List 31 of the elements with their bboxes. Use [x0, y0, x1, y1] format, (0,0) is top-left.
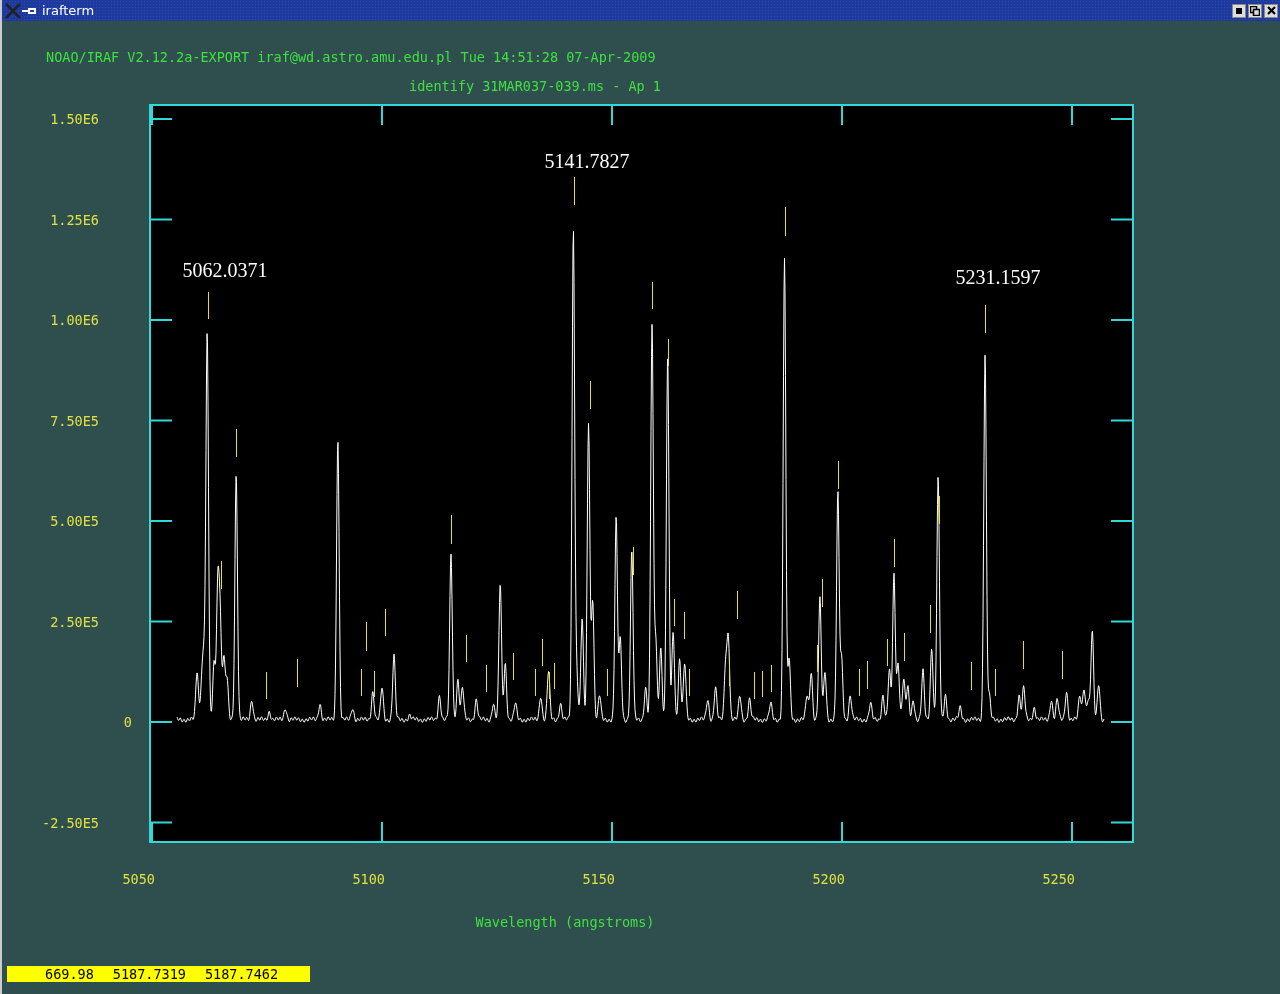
- line-label: 5141.7827: [544, 150, 630, 172]
- restore-button[interactable]: [1248, 3, 1262, 18]
- status-value: 5187.7319: [112, 966, 186, 982]
- x-tick-label: 5100: [352, 871, 385, 887]
- restore-icon: [1250, 5, 1260, 16]
- x-tick-label: 5200: [812, 871, 845, 887]
- x-tick-label: 5150: [582, 871, 615, 887]
- line-label: 5231.1597: [955, 266, 1041, 288]
- x-tick-label: 5250: [1042, 871, 1075, 887]
- pin-icon[interactable]: [22, 5, 38, 16]
- status-value: 669.98: [45, 966, 94, 982]
- y-tick-label: 2.50E5: [50, 613, 99, 630]
- line-label: 5062.0371: [182, 259, 268, 281]
- y-tick-label: -2.50E5: [42, 814, 99, 831]
- close-button[interactable]: [1264, 3, 1278, 18]
- y-tick-label: 0: [123, 714, 132, 730]
- y-tick-label: 5.00E5: [50, 513, 99, 529]
- window-title: irafterm: [42, 3, 95, 18]
- x-tick-label: 5050: [122, 871, 155, 887]
- header-text: NOAO/IRAF V2.12.2a-EXPORT iraf@wd.astro.amu.edu.pl Tue 14:51:28 07-Apr-2009: [46, 49, 656, 65]
- status-value: 5187.7462: [204, 966, 279, 982]
- y-tick-label: 1.50E6: [50, 111, 99, 127]
- x-logo-icon: [4, 1, 22, 20]
- x-axis-label: Wavelength (angstroms): [475, 914, 655, 930]
- close-icon: [1266, 6, 1276, 15]
- y-tick-label: 7.50E5: [50, 412, 99, 429]
- y-tick-label: 1.25E6: [50, 211, 99, 228]
- plot-title: identify 31MAR037-039.ms - Ap 1: [409, 78, 661, 94]
- minimize-button[interactable]: [1232, 3, 1246, 18]
- y-tick-label: 1.00E6: [50, 312, 99, 328]
- square-icon: [1236, 7, 1242, 14]
